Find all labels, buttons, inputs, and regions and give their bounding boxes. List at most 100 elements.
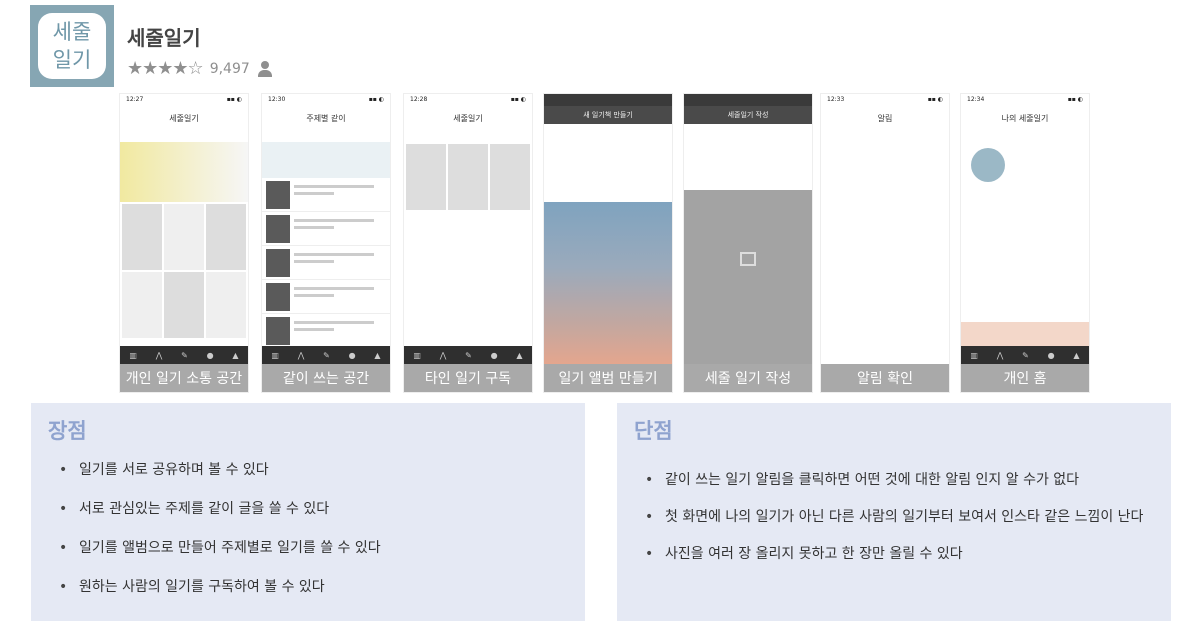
screen-nav-title: 알림: [877, 113, 893, 123]
list-item: 사진을 여러 장 올리지 못하고 한 장만 올릴 수 있다: [645, 545, 1151, 564]
user-icon: ▲: [232, 350, 239, 360]
screenshot-caption: 타인 일기 구독: [404, 364, 532, 392]
cons-title: 단점: [634, 419, 673, 443]
diary-tile: [164, 272, 204, 338]
app-icon: 세줄 일기: [30, 5, 114, 87]
pen-icon: ✎: [323, 350, 330, 360]
list-item: 같이 쓰는 일기 알림을 클릭하면 어떤 것에 대한 알림 인지 알 수가 없다: [645, 471, 1151, 490]
bell-icon: ●: [1047, 350, 1055, 360]
library-icon: ▥: [413, 350, 421, 360]
diary-tile: [490, 144, 530, 210]
app-icon-inner: 세줄 일기: [38, 13, 106, 79]
screenshot-subscribe: 12:28 ▪▪ ◐ 세줄일기 ▥ ⋀ ✎ ● ▲ 타인 일기 구독: [403, 93, 533, 393]
library-icon: ▥: [129, 350, 137, 360]
pen-icon: ✎: [181, 350, 188, 360]
app-icon-text-line2: 일기: [52, 48, 92, 72]
diary-tile: [122, 204, 162, 270]
list-item: 일기를 서로 공유하며 볼 수 있다: [59, 461, 565, 480]
screenshot-caption: 개인 일기 소통 공간: [120, 364, 248, 392]
screen-nav-title: 세줄일기 작성: [684, 106, 812, 124]
tab-bar: ▥ ⋀ ✎ ● ▲: [262, 346, 390, 364]
diary-tile: [448, 144, 488, 210]
status-time: 12:33: [827, 96, 845, 103]
screenshot-caption: 일기 앨범 만들기: [544, 364, 672, 392]
list-item: [262, 246, 390, 280]
rating-row: ★★★★☆ 9,497: [127, 58, 273, 79]
screenshot-album: 새 일기책 만들기 일기 앨범 만들기: [543, 93, 673, 393]
list-item: 서로 관심있는 주제를 같이 글을 쓸 수 있다: [59, 500, 565, 519]
tab-bar: ▥ ⋀ ✎ ● ▲: [961, 346, 1089, 364]
diary-tile: [122, 272, 162, 338]
bell-icon: ●: [490, 350, 498, 360]
screenshot-feed: 12:27 ▪▪ ◐ 세줄일기 ▥ ⋀ ✎ ● ▲ 개인 일기 소통 공간: [119, 93, 249, 393]
profile-header: [961, 130, 1089, 200]
list-item: 원하는 사람의 일기를 구독하여 볼 수 있다: [59, 578, 565, 597]
signal-icon: ▪▪ ◐: [226, 96, 242, 103]
signal-icon: ▪▪ ◐: [927, 96, 943, 103]
screen-nav-title: 세줄일기: [453, 113, 483, 123]
event-banner: [120, 142, 248, 202]
tab-bar: ▥ ⋀ ✎ ● ▲: [120, 346, 248, 364]
screenshot-caption: 세줄 일기 작성: [684, 364, 812, 392]
library-icon: ▥: [970, 350, 978, 360]
avatar: [971, 148, 1005, 182]
signal-icon: ▪▪ ◐: [1067, 96, 1083, 103]
app-icon-text-line1: 세줄: [52, 20, 92, 44]
shared-hero-banner: [262, 142, 390, 178]
tent-icon: ⋀: [996, 350, 1004, 360]
diary-grid: [404, 142, 532, 212]
image-icon: [740, 252, 756, 266]
user-icon: ▲: [374, 350, 381, 360]
user-icon: ▲: [516, 350, 523, 360]
person-icon: [257, 60, 273, 77]
screen-nav-title: 나의 세줄일기: [1001, 113, 1049, 123]
event-banner: [961, 322, 1089, 346]
diary-grid: [120, 202, 248, 340]
list-item: [262, 212, 390, 246]
library-icon: ▥: [271, 350, 279, 360]
signal-icon: ▪▪ ◐: [368, 96, 384, 103]
pen-icon: ✎: [1022, 350, 1029, 360]
rating-count: 9,497: [209, 60, 250, 77]
screenshot-write: 세줄일기 작성 세줄 일기 작성: [683, 93, 813, 393]
album-cover-gradient: [544, 202, 672, 364]
status-time: 12:28: [410, 96, 428, 103]
tent-icon: ⋀: [297, 350, 305, 360]
tab-bar: ▥ ⋀ ✎ ● ▲: [404, 346, 532, 364]
screenshot-caption: 알림 확인: [821, 364, 949, 392]
screenshot-shared: 12:30 ▪▪ ◐ 주제별 같이 ▥ ⋀ ✎ ● ▲ 같이 쓰는 공간: [261, 93, 391, 393]
star-rating-icon: ★★★★☆: [127, 58, 204, 79]
diary-tile: [406, 144, 446, 210]
cons-panel: 단점 같이 쓰는 일기 알림을 클릭하면 어떤 것에 대한 알림 인지 알 수가…: [617, 403, 1171, 621]
user-icon: ▲: [1073, 350, 1080, 360]
list-item: 첫 화면에 나의 일기가 아닌 다른 사람의 일기부터 보여서 인스타 같은 느…: [645, 508, 1151, 527]
pros-list: 일기를 서로 공유하며 볼 수 있다 서로 관심있는 주제를 같이 글을 쓸 수…: [59, 461, 565, 617]
diary-tile: [164, 204, 204, 270]
diary-tile: [206, 204, 246, 270]
list-item: [262, 314, 390, 348]
screenshot-notifications: 12:33 ▪▪ ◐ 알림 알림 확인: [820, 93, 950, 393]
screenshot-profile: 12:34 ▪▪ ◐ 나의 세줄일기 ▥ ⋀ ✎ ● ▲ 개인 홈: [960, 93, 1090, 393]
screen-nav-title: 주제별 같이: [306, 113, 346, 123]
photo-placeholder: [684, 190, 812, 364]
bell-icon: ●: [348, 350, 356, 360]
signal-icon: ▪▪ ◐: [510, 96, 526, 103]
bell-icon: ●: [206, 350, 214, 360]
diary-tile: [206, 272, 246, 338]
pros-panel: 장점 일기를 서로 공유하며 볼 수 있다 서로 관심있는 주제를 같이 글을 …: [31, 403, 585, 621]
status-time: 12:34: [967, 96, 985, 103]
list-item: [262, 178, 390, 212]
app-title: 세줄일기: [127, 26, 201, 50]
screen-nav-title: 세줄일기: [169, 113, 199, 123]
status-time: 12:30: [268, 96, 286, 103]
screen-nav-title: 새 일기책 만들기: [544, 106, 672, 124]
pen-icon: ✎: [465, 350, 472, 360]
pros-title: 장점: [48, 419, 87, 443]
tent-icon: ⋀: [439, 350, 447, 360]
list-item: [262, 280, 390, 314]
list-item: 일기를 앨범으로 만들어 주제별로 일기를 쓸 수 있다: [59, 539, 565, 558]
screenshot-caption: 같이 쓰는 공간: [262, 364, 390, 392]
cons-list: 같이 쓰는 일기 알림을 클릭하면 어떤 것에 대한 알림 인지 알 수가 없다…: [645, 471, 1151, 582]
status-time: 12:27: [126, 96, 144, 103]
tent-icon: ⋀: [155, 350, 163, 360]
